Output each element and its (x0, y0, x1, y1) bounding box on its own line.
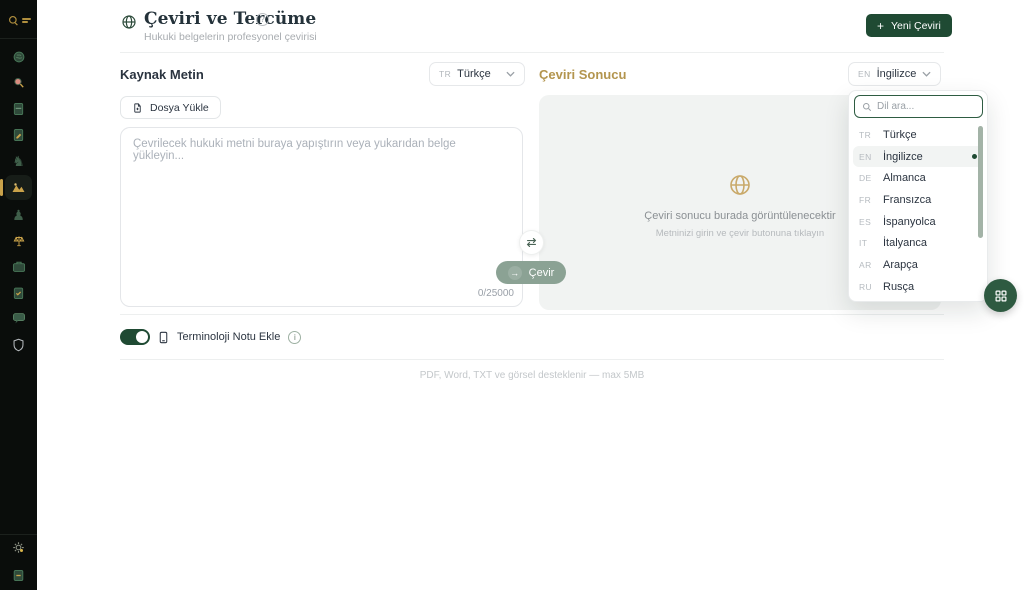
page-subtitle: Hukuki belgelerin profesyonel çevirisi (144, 31, 317, 43)
document-edit-icon (12, 128, 25, 142)
language-option-arapca[interactable]: AR Arapça (849, 254, 987, 276)
toggle-knob (136, 331, 148, 343)
target-language-select[interactable]: EN İngilizce (848, 62, 941, 86)
new-translation-button[interactable]: + Yeni Çeviri (866, 14, 952, 37)
empty-state-title: Çeviri sonucu burada görüntülenecektir (644, 210, 835, 222)
empty-state-subtitle: Metninizi girin ve çevir butonuna tıklay… (656, 228, 824, 239)
help-icon[interactable]: ? (256, 13, 269, 26)
translate-button[interactable]: → Çevir (496, 261, 566, 284)
file-plus-icon (132, 102, 143, 114)
shield-icon (12, 338, 25, 352)
settings-gear-icon (11, 540, 26, 555)
swap-icon (525, 236, 538, 249)
sidebar-divider (0, 38, 37, 39)
logo-wordmark (22, 18, 31, 23)
brain-icon (12, 50, 26, 64)
widgets-launcher-button[interactable] (984, 279, 1017, 312)
source-text-container: 0/25000 (120, 127, 523, 307)
language-list: TR Türkçe EN İngilizce DE Almanca FR Fra… (849, 124, 987, 298)
source-text-input[interactable] (120, 127, 523, 307)
sidebar-item-tasks[interactable] (6, 281, 31, 304)
char-counter: 0/25000 (478, 288, 514, 299)
terminology-label: Terminoloji Notu Ekle (177, 331, 280, 343)
language-option-rusca[interactable]: RU Rusça (849, 276, 987, 298)
swap-languages-button[interactable] (519, 230, 544, 255)
selected-dot-icon (972, 154, 977, 159)
sidebar-item-pieces[interactable]: ♟ (6, 203, 31, 226)
chess-pawn-icon: ♟ (12, 208, 25, 222)
translate-icon (11, 181, 26, 194)
language-dropdown: TR Türkçe EN İngilizce DE Almanca FR Fra… (848, 90, 988, 302)
scales-icon (12, 234, 26, 248)
sidebar-item-briefcase[interactable] (6, 255, 31, 278)
briefcase-icon (12, 260, 26, 273)
logo-mark-icon (7, 14, 20, 27)
language-search-input[interactable] (877, 101, 967, 112)
result-panel-title: Çeviri Sonucu (539, 67, 626, 82)
search-icon (862, 102, 872, 112)
arrow-right-icon: → (508, 266, 522, 280)
sidebar-item-settings[interactable] (0, 540, 37, 555)
chat-icon (12, 312, 26, 325)
globe-icon (728, 173, 752, 202)
language-option-almanca[interactable]: DE Almanca (849, 167, 987, 189)
sidebar-item-search[interactable] (6, 71, 31, 94)
panel-bottom-divider (120, 314, 944, 315)
sidebar-item-strategy[interactable]: ♞ (6, 149, 31, 172)
logout-icon (12, 569, 25, 582)
app-logo[interactable] (0, 8, 37, 32)
translation-globe-icon (121, 14, 137, 35)
sidebar-item-security[interactable] (6, 333, 31, 356)
grid-icon (994, 289, 1008, 303)
sidebar-nav: ♞ ♟ (0, 45, 37, 356)
language-option-ispanyolca[interactable]: ES İspanyolca (849, 211, 987, 233)
sidebar-item-justice[interactable] (6, 229, 31, 252)
dropdown-scrollbar[interactable] (978, 126, 983, 238)
terminology-row: Terminoloji Notu Ekle i (120, 329, 301, 345)
language-option-turkce[interactable]: TR Türkçe (849, 124, 987, 146)
sidebar-item-document-edit[interactable] (6, 123, 31, 146)
chess-knight-icon: ♞ (12, 154, 25, 168)
chevron-down-icon (506, 68, 515, 80)
language-search-box (854, 95, 983, 118)
upload-file-button[interactable]: Dosya Yükle (120, 96, 221, 119)
sidebar-item-library[interactable] (6, 97, 31, 120)
info-icon[interactable]: i (288, 331, 301, 344)
language-option-ingilizce[interactable]: EN İngilizce (853, 146, 983, 168)
language-option-italyanca[interactable]: IT İtalyanca (849, 232, 987, 254)
clipboard-check-icon (12, 286, 25, 300)
sidebar-item-chat[interactable] (6, 307, 31, 330)
notebook-icon (158, 331, 169, 344)
sidebar-item-logout[interactable] (0, 569, 37, 582)
source-panel-title: Kaynak Metin (120, 67, 204, 82)
sidebar-bottom-divider (0, 534, 37, 535)
page-title: Çeviri ve Tercüme (144, 9, 316, 29)
chevron-down-icon (922, 68, 931, 80)
source-language-select[interactable]: TR Türkçe (429, 62, 525, 86)
plus-icon: + (877, 20, 884, 32)
search-icon (12, 76, 26, 90)
book-icon (12, 102, 25, 116)
supported-formats-note: PDF, Word, TXT ve görsel desteklenir — m… (120, 370, 944, 381)
language-option-fransizca[interactable]: FR Fransızca (849, 189, 987, 211)
sidebar-item-brain[interactable] (6, 45, 31, 68)
sidebar-item-translation-active[interactable] (5, 175, 32, 200)
terminology-toggle[interactable] (120, 329, 150, 345)
footer-divider (120, 359, 944, 360)
page: ♞ ♟ (0, 0, 1024, 590)
sidebar: ♞ ♟ (0, 0, 37, 590)
header-divider (120, 52, 944, 53)
